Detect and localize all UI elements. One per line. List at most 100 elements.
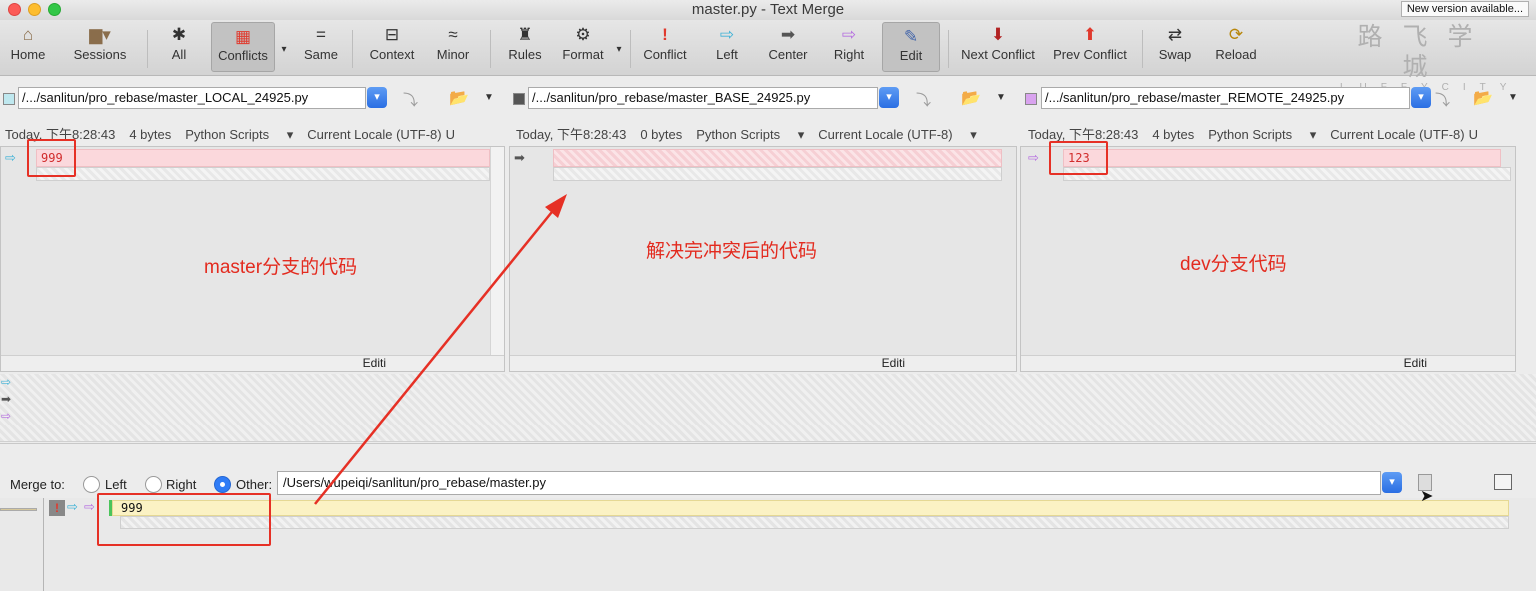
local-vertical-scrollbar[interactable]: [490, 147, 504, 355]
context-button[interactable]: ⊟ Context: [364, 20, 420, 76]
new-version-button[interactable]: New version available...: [1400, 1, 1529, 17]
right-label: Right: [833, 47, 865, 62]
format-label: Format: [562, 47, 604, 62]
base-load-icon[interactable]: ⤵: [916, 89, 931, 110]
base-path-row: /.../sanlitun/pro_rebase/master_BASE_249…: [510, 84, 1022, 112]
window-layout-icon[interactable]: [1494, 474, 1512, 490]
conflicts-dropdown[interactable]: ▾: [277, 20, 291, 76]
local-line-2: [36, 167, 490, 181]
swap-button[interactable]: ⇄ Swap: [1150, 20, 1200, 76]
base-line-2: [553, 167, 1002, 181]
referee-icon: ♜: [517, 25, 533, 44]
base-type-menu[interactable]: Python Scripts ▾: [696, 127, 804, 142]
left-arrow-icon[interactable]: ⇨: [5, 150, 16, 166]
format-dropdown[interactable]: ▾: [612, 20, 626, 76]
left-button[interactable]: ⇨ Left: [704, 20, 750, 76]
annotation-master-branch: master分支的代码: [204, 257, 358, 278]
right-button[interactable]: ⇨ Right: [826, 20, 872, 76]
edit-button[interactable]: ✎ Edit: [882, 22, 940, 72]
same-label: Same: [304, 47, 338, 62]
sessions-button[interactable]: ▆▾ Sessions: [66, 20, 134, 76]
sessions-label: Sessions: [73, 47, 127, 62]
overview-center-arrow-icon: ➡: [1, 392, 12, 406]
conflicts-label: Conflicts: [218, 48, 268, 63]
remote-path-row: /.../sanlitun/pro_rebase/master_REMOTE_2…: [1022, 84, 1536, 112]
minor-button[interactable]: ≈ Minor: [430, 20, 476, 76]
base-path-field[interactable]: /.../sanlitun/pro_rebase/master_BASE_249…: [528, 87, 878, 109]
format-gear-icon: ⚙: [575, 25, 591, 44]
base-line-1[interactable]: [553, 149, 1002, 167]
left-label: Left: [716, 47, 738, 62]
merge-left-label[interactable]: Left: [105, 477, 127, 492]
local-folder-icon[interactable]: 📂: [449, 88, 469, 108]
all-button[interactable]: ✱ All: [157, 20, 201, 76]
remote-folder-icon[interactable]: 📂: [1473, 88, 1493, 108]
output-highlight-box: [97, 493, 271, 546]
format-button[interactable]: ⚙ Format: [556, 20, 610, 76]
center-button[interactable]: ➡ Center: [760, 20, 816, 76]
base-type: Python Scripts: [696, 127, 781, 142]
merge-left-radio[interactable]: [83, 476, 100, 493]
local-line-1[interactable]: 999: [36, 149, 490, 167]
conflicts-button[interactable]: ▦ Conflicts: [211, 22, 275, 72]
reload-icon: ⟳: [1228, 25, 1244, 44]
remote-folder-dropdown[interactable]: ▼: [1508, 92, 1518, 103]
local-path-dropdown[interactable]: ▾: [367, 87, 387, 108]
merged-line-2: [120, 516, 1509, 529]
remote-editi: Editi: [1403, 356, 1427, 370]
overview-local-strip[interactable]: ⇨: [0, 374, 1536, 392]
rules-button[interactable]: ♜ Rules: [502, 20, 548, 76]
remote-encoding[interactable]: Current Locale (UTF-8): [1330, 127, 1464, 142]
merge-other-radio[interactable]: [214, 476, 231, 493]
merged-line-1[interactable]: 999: [112, 500, 1509, 516]
local-path-field[interactable]: /.../sanlitun/pro_rebase/master_LOCAL_24…: [18, 87, 366, 109]
conflict-button[interactable]: ! Conflict: [636, 20, 694, 76]
local-status-bar: Editi: [1, 355, 504, 371]
overview-remote-strip[interactable]: ⇨: [0, 408, 1536, 426]
remote-path-dropdown[interactable]: ▾: [1411, 87, 1431, 108]
take-left-icon[interactable]: ⇨: [67, 499, 78, 515]
next-conflict-button[interactable]: ⬇ Next Conflict: [954, 20, 1042, 76]
local-load-icon[interactable]: ⤵: [403, 89, 418, 110]
home-icon: ⌂: [22, 25, 34, 44]
center-label: Center: [768, 47, 808, 62]
merge-output-path-field[interactable]: /Users/wupeiqi/sanlitun/pro_rebase/maste…: [277, 471, 1381, 495]
base-encoding: Current Locale (UTF-8): [818, 127, 953, 142]
base-folder-icon[interactable]: 📂: [961, 88, 981, 108]
overview-base-strip[interactable]: ➡: [0, 391, 1536, 409]
local-encoding[interactable]: Current Locale (UTF-8): [307, 127, 441, 142]
base-path-dropdown[interactable]: ▾: [879, 87, 899, 108]
base-encoding-menu[interactable]: Current Locale (UTF-8) ▾: [818, 127, 977, 142]
base-folder-dropdown[interactable]: ▼: [996, 92, 1006, 103]
remote-color-swatch: [1025, 93, 1037, 105]
local-folder-dropdown[interactable]: ▼: [484, 92, 494, 103]
prev-conflict-button[interactable]: ⬆ Prev Conflict: [1046, 20, 1134, 76]
toolbar-separator: [948, 30, 949, 68]
pane-splitter[interactable]: [0, 443, 1536, 460]
merge-other-label[interactable]: Other:: [236, 477, 272, 492]
conflict-marker-icon[interactable]: !: [49, 500, 65, 516]
merge-right-label[interactable]: Right: [166, 477, 196, 492]
merge-right-radio[interactable]: [145, 476, 162, 493]
right-arrow-icon[interactable]: ⇨: [1028, 150, 1039, 166]
remote-load-icon[interactable]: ⤵: [1435, 89, 1450, 110]
take-right-icon[interactable]: ⇨: [84, 499, 95, 515]
remote-line-1[interactable]: 123: [1063, 149, 1501, 167]
center-arrow-icon[interactable]: ➡: [514, 150, 525, 166]
context-label: Context: [369, 47, 415, 62]
merge-path-dropdown[interactable]: ▾: [1382, 472, 1402, 493]
remote-path-field[interactable]: /.../sanlitun/pro_rebase/master_REMOTE_2…: [1041, 87, 1410, 109]
reload-button[interactable]: ⟳ Reload: [1208, 20, 1264, 76]
remote-status-bar: Editi: [1021, 355, 1515, 371]
next-conflict-label: Next Conflict: [961, 47, 1035, 62]
local-editi: Editi: [362, 356, 386, 370]
same-button[interactable]: = Same: [298, 20, 344, 76]
conflicts-grid-icon: ▦: [234, 27, 252, 46]
home-button[interactable]: ⌂ Home: [4, 20, 52, 76]
exclamation-icon: !: [662, 25, 668, 44]
base-editi: Editi: [881, 356, 905, 370]
local-path-row: /.../sanlitun/pro_rebase/master_LOCAL_24…: [0, 84, 512, 112]
local-type-menu[interactable]: Python Scripts ▾: [185, 127, 293, 142]
remote-size: 4 bytes: [1152, 127, 1195, 142]
remote-type-menu[interactable]: Python Scripts ▾: [1208, 127, 1316, 142]
